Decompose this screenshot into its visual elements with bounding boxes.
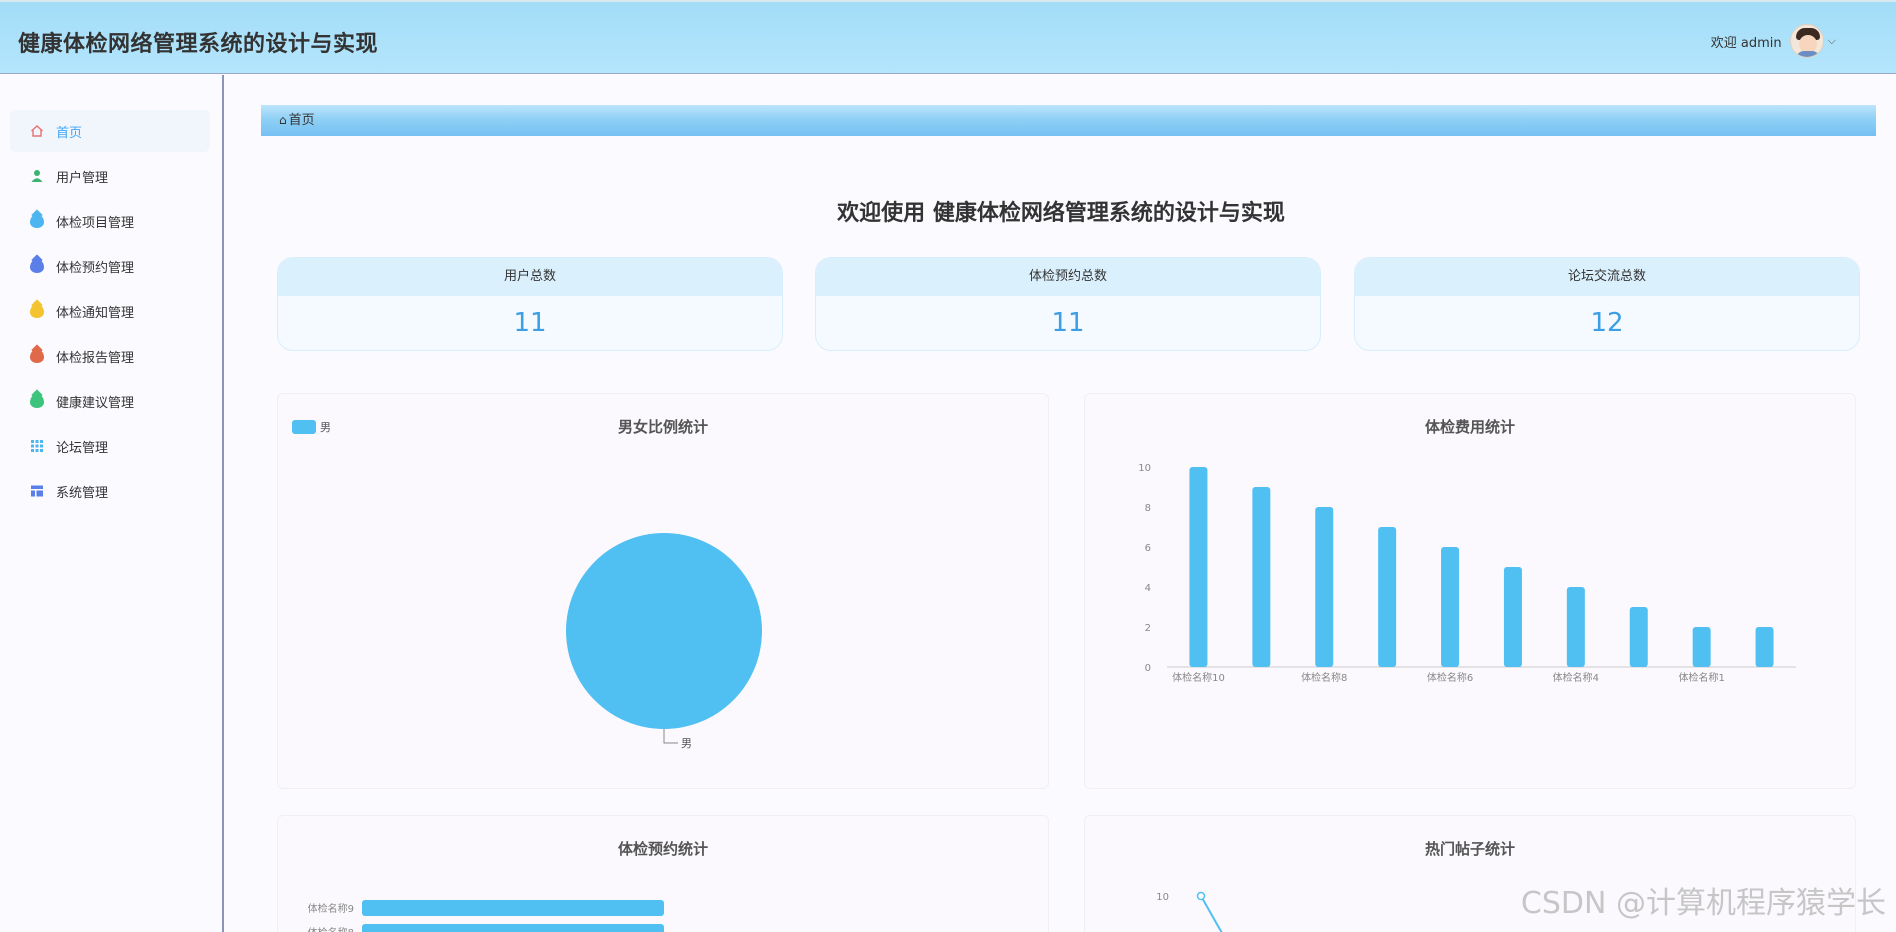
fee-chart-panel: 体检费用统计 0 2 4 6 8 10 体检名称10 体检名称8 体检名称6 体检名称4 体检名称1 <box>1084 393 1856 789</box>
sidebar-item-label: 体检通知管理 <box>56 305 135 321</box>
pie-label-line <box>663 729 678 744</box>
y-tick-label: 0 <box>1145 663 1151 674</box>
sidebar-item-advice[interactable]: 健康建议管理 <box>10 380 210 422</box>
pie-slice <box>566 533 762 729</box>
sidebar-item-label: 系统管理 <box>56 485 109 501</box>
y-tick-label: 8 <box>1145 503 1151 514</box>
breadcrumb-home[interactable]: 首页 <box>289 113 315 128</box>
x-tick-label: 体检名称1 <box>1678 671 1724 684</box>
bar <box>362 924 664 932</box>
stat-card-users: 用户总数 11 <box>277 257 783 351</box>
sidebar-item-notices[interactable]: 体检通知管理 <box>10 290 210 332</box>
stat-card-forum: 论坛交流总数 12 <box>1354 257 1860 351</box>
bar <box>1566 587 1585 667</box>
sidebar-item-label: 体检预约管理 <box>56 260 135 276</box>
stat-card-appointments: 体检预约总数 11 <box>815 257 1321 351</box>
app-title: 健康体检网络管理系统的设计与实现 <box>18 32 379 57</box>
stat-label: 用户总数 <box>278 258 782 296</box>
drop-icon <box>30 214 44 228</box>
bar <box>1503 567 1522 667</box>
sidebar-item-forum[interactable]: 论坛管理 <box>10 425 210 467</box>
user-menu[interactable]: 欢迎 admin ⌵ <box>1711 24 1836 58</box>
sidebar-item-label: 体检报告管理 <box>56 350 135 366</box>
sidebar-item-label: 用户管理 <box>56 170 109 186</box>
appointment-hbar-chart: 体检名称9 体检名称8 <box>308 900 664 932</box>
stat-value: 11 <box>1051 308 1085 338</box>
bar <box>1755 627 1774 667</box>
sidebar-item-exam-items[interactable]: 体检项目管理 <box>10 200 210 242</box>
x-tick-label: 体检名称10 <box>1172 671 1225 684</box>
y-tick-label: 10 <box>1156 892 1169 903</box>
bar <box>1315 507 1334 667</box>
drop-icon <box>30 394 44 408</box>
bar <box>1252 487 1271 667</box>
y-tick-label: 10 <box>1138 463 1151 474</box>
sidebar-item-home[interactable]: 首页 <box>10 110 210 152</box>
fee-bar-chart: 0 2 4 6 8 10 体检名称10 体检名称8 体检名称6 体检名称4 体检名称1 <box>1138 463 1796 684</box>
legend-label: 男 <box>320 421 331 434</box>
watermark: CSDN @计算机程序猿学长 <box>1520 886 1886 921</box>
gender-chart-panel: 男女比例统计 男男 <box>277 393 1049 789</box>
stat-label: 体检预约总数 <box>816 258 1320 296</box>
sidebar-item-label: 健康建议管理 <box>56 395 135 411</box>
bar <box>1189 467 1208 667</box>
bar <box>362 900 664 916</box>
x-tick-label: 体检名称4 <box>1553 671 1599 684</box>
gender-pie-chart: 男男 <box>292 420 762 750</box>
x-tick-label: 体检名称8 <box>1301 671 1347 684</box>
bar <box>1692 627 1711 667</box>
sidebar-item-label: 论坛管理 <box>56 440 109 456</box>
sidebar-item-users[interactable]: 用户管理 <box>10 155 210 197</box>
x-tick-label: 体检名称6 <box>1427 671 1473 684</box>
avatar[interactable] <box>1789 24 1824 58</box>
drop-icon <box>30 304 44 318</box>
user-greeting: 欢迎 admin <box>1710 35 1782 51</box>
y-tick-label: 6 <box>1145 543 1151 554</box>
data-point <box>1196 891 1206 901</box>
layout-icon <box>31 485 43 497</box>
sidebar-item-system[interactable]: 系统管理 <box>10 470 210 512</box>
drop-icon <box>30 349 44 363</box>
user-icon <box>31 170 43 182</box>
bar <box>1378 527 1397 667</box>
sidebar-item-label: 首页 <box>56 125 83 141</box>
bar <box>1441 547 1460 667</box>
welcome-title: 欢迎使用 健康体检网络管理系统的设计与实现 <box>837 201 1285 226</box>
sidebar-item-appointments[interactable]: 体检预约管理 <box>10 245 210 287</box>
y-tick-label: 体检名称9 <box>308 902 354 915</box>
stat-value: 12 <box>1590 308 1624 338</box>
y-tick-label: 4 <box>1145 583 1151 594</box>
bar <box>1629 607 1648 667</box>
sidebar-item-reports[interactable]: 体检报告管理 <box>10 335 210 377</box>
stat-label: 论坛交流总数 <box>1355 258 1859 296</box>
legend-swatch <box>292 420 316 434</box>
appointment-chart-panel: 体检预约统计 体检名称9体检名称8 <box>277 815 1049 932</box>
pie-label: 男 <box>681 737 692 750</box>
home-icon[interactable]: ⌂ <box>279 113 287 127</box>
sidebar: 首页 用户管理 体检项目管理 体检预约管理 体检通知管理 体检报告管理 健康建议… <box>0 75 224 932</box>
sidebar-item-label: 体检项目管理 <box>56 215 135 231</box>
chevron-down-icon[interactable]: ⌵ <box>1828 34 1836 48</box>
y-tick-label: 2 <box>1145 623 1151 634</box>
stat-value: 11 <box>513 308 547 338</box>
main-content: ⌂ 首页 欢迎使用 健康体检网络管理系统的设计与实现 用户总数 11 体检预约总数… <box>226 75 1896 932</box>
top-header: 健康体检网络管理系统的设计与实现 欢迎 admin ⌵ <box>0 0 1896 74</box>
drop-icon <box>30 259 44 273</box>
home-icon <box>31 125 43 137</box>
y-tick-label: 体检名称8 <box>308 926 354 932</box>
grid-icon <box>31 440 43 452</box>
breadcrumb: ⌂ 首页 <box>261 105 1876 136</box>
series-line <box>1200 895 1223 932</box>
